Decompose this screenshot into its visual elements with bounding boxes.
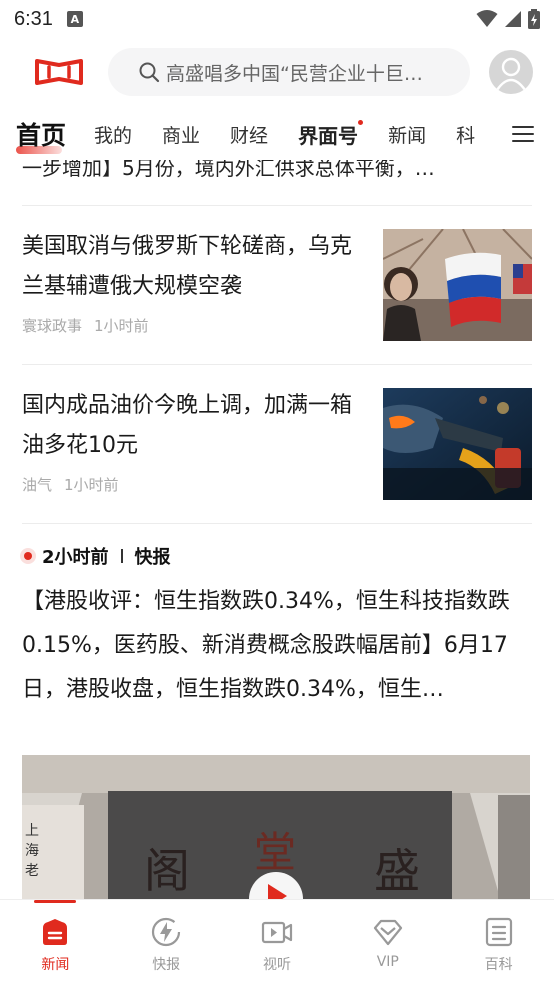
news-feed[interactable]: 一步增加】5月份，境内外汇供求总体平衡，… 美国取消与俄罗斯下轮磋商，乌克兰基辅… xyxy=(0,152,554,900)
search-placeholder: 高盛唱多中国“民营企业十巨… xyxy=(166,62,423,85)
tab-tech[interactable]: 科 xyxy=(456,121,475,148)
category-tabs: 首页 我的 商业 财经 界面号 新闻 科 xyxy=(0,108,554,160)
vip-diamond-icon xyxy=(373,919,402,946)
signal-icon xyxy=(505,11,521,27)
nav-label: 视听 xyxy=(262,957,291,973)
divider xyxy=(22,523,532,524)
jiemian-logo[interactable] xyxy=(34,55,84,89)
sign-char: 上 xyxy=(25,823,39,839)
nav-encyclopedia[interactable]: 百科 xyxy=(443,900,554,984)
menu-icon[interactable] xyxy=(512,125,534,143)
status-time: 6:31 xyxy=(14,7,53,30)
flash-icon xyxy=(152,917,181,947)
news-time: 1小时前 xyxy=(64,476,119,494)
bottom-navigation: 新闻 快报 视听 VIP 百科 xyxy=(0,900,554,984)
sign-big-char: 堂 xyxy=(254,828,296,877)
flags-photo xyxy=(383,229,532,341)
video-icon xyxy=(261,921,293,944)
nav-flash[interactable]: 快报 xyxy=(111,900,222,984)
tab-jiemianhao[interactable]: 界面号 xyxy=(298,119,364,149)
nav-label: 快报 xyxy=(152,957,181,973)
divider xyxy=(22,364,532,365)
app-header: 高盛唱多中国“民营企业十巨… xyxy=(0,44,554,100)
battery-icon xyxy=(528,9,540,29)
news-item[interactable]: 美国取消与俄罗斯下轮磋商，乌克兰基辅遭俄大规模空袭 寰球政事 1小时前 xyxy=(22,229,532,341)
news-time: 1小时前 xyxy=(94,317,149,335)
sign-big-char: 盛 xyxy=(374,844,420,898)
sign-big-char: 阁 xyxy=(144,844,190,898)
news-source: 油气 xyxy=(22,476,53,494)
flash-tag: 快报 xyxy=(134,547,171,568)
tab-home[interactable]: 首页 xyxy=(16,116,66,154)
tab-news[interactable]: 新闻 xyxy=(388,121,426,148)
nav-vip[interactable]: VIP xyxy=(332,900,443,984)
flash-time: 2小时前 xyxy=(42,547,109,568)
status-bar: 6:31 A xyxy=(0,0,554,38)
sign-char: 老 xyxy=(25,863,39,879)
search-bar[interactable]: 高盛唱多中国“民营企业十巨… xyxy=(108,48,470,96)
play-button-icon[interactable] xyxy=(249,872,303,900)
nav-label: VIP xyxy=(376,954,399,970)
search-icon xyxy=(139,62,160,83)
wifi-icon xyxy=(476,10,498,27)
tab-finance[interactable]: 财经 xyxy=(230,121,268,148)
nav-video[interactable]: 视听 xyxy=(222,900,333,984)
flash-body[interactable]: 【港股收评：恒生指数跌0.34%，恒生科技指数跌0.15%，医药股、新消费概念股… xyxy=(22,580,532,712)
nav-news[interactable]: 新闻 xyxy=(0,900,111,984)
notification-icon: A xyxy=(66,11,83,27)
encyclopedia-icon xyxy=(485,917,512,947)
news-thumbnail[interactable] xyxy=(383,388,532,500)
separator xyxy=(120,549,123,563)
divider xyxy=(22,205,532,206)
user-avatar[interactable] xyxy=(489,50,533,94)
user-icon xyxy=(496,57,526,91)
tab-jiemianhao-label: 界面号 xyxy=(298,123,359,148)
sign-char: 海 xyxy=(25,843,39,859)
new-dot xyxy=(358,119,364,125)
live-dot-icon xyxy=(24,552,32,560)
flash-news-item[interactable]: 2小时前 快报 【港股收评：恒生指数跌0.34%，恒生科技指数跌0.15%，医药… xyxy=(22,544,532,712)
news-thumbnail[interactable] xyxy=(383,229,532,341)
flash-header: 2小时前 快报 xyxy=(22,544,532,568)
news-icon xyxy=(43,919,68,945)
news-title[interactable]: 国内成品油价今晚上调，加满一箱油多花10元 xyxy=(22,386,362,466)
news-meta: 油气 1小时前 xyxy=(22,474,119,495)
nav-label: 新闻 xyxy=(41,957,70,973)
news-item[interactable]: 国内成品油价今晚上调，加满一箱油多花10元 油气 1小时前 xyxy=(22,388,532,500)
status-icons xyxy=(476,9,540,29)
news-title[interactable]: 美国取消与俄罗斯下轮磋商，乌克兰基辅遭俄大规模空袭 xyxy=(22,227,362,307)
tab-mine[interactable]: 我的 xyxy=(94,121,132,148)
tab-business[interactable]: 商业 xyxy=(162,121,200,148)
nav-label: 百科 xyxy=(484,957,513,973)
news-source: 寰球政事 xyxy=(22,317,83,335)
tab-menu-area xyxy=(494,108,554,160)
fuel-nozzle-photo xyxy=(383,388,532,500)
news-meta: 寰球政事 1小时前 xyxy=(22,315,149,336)
